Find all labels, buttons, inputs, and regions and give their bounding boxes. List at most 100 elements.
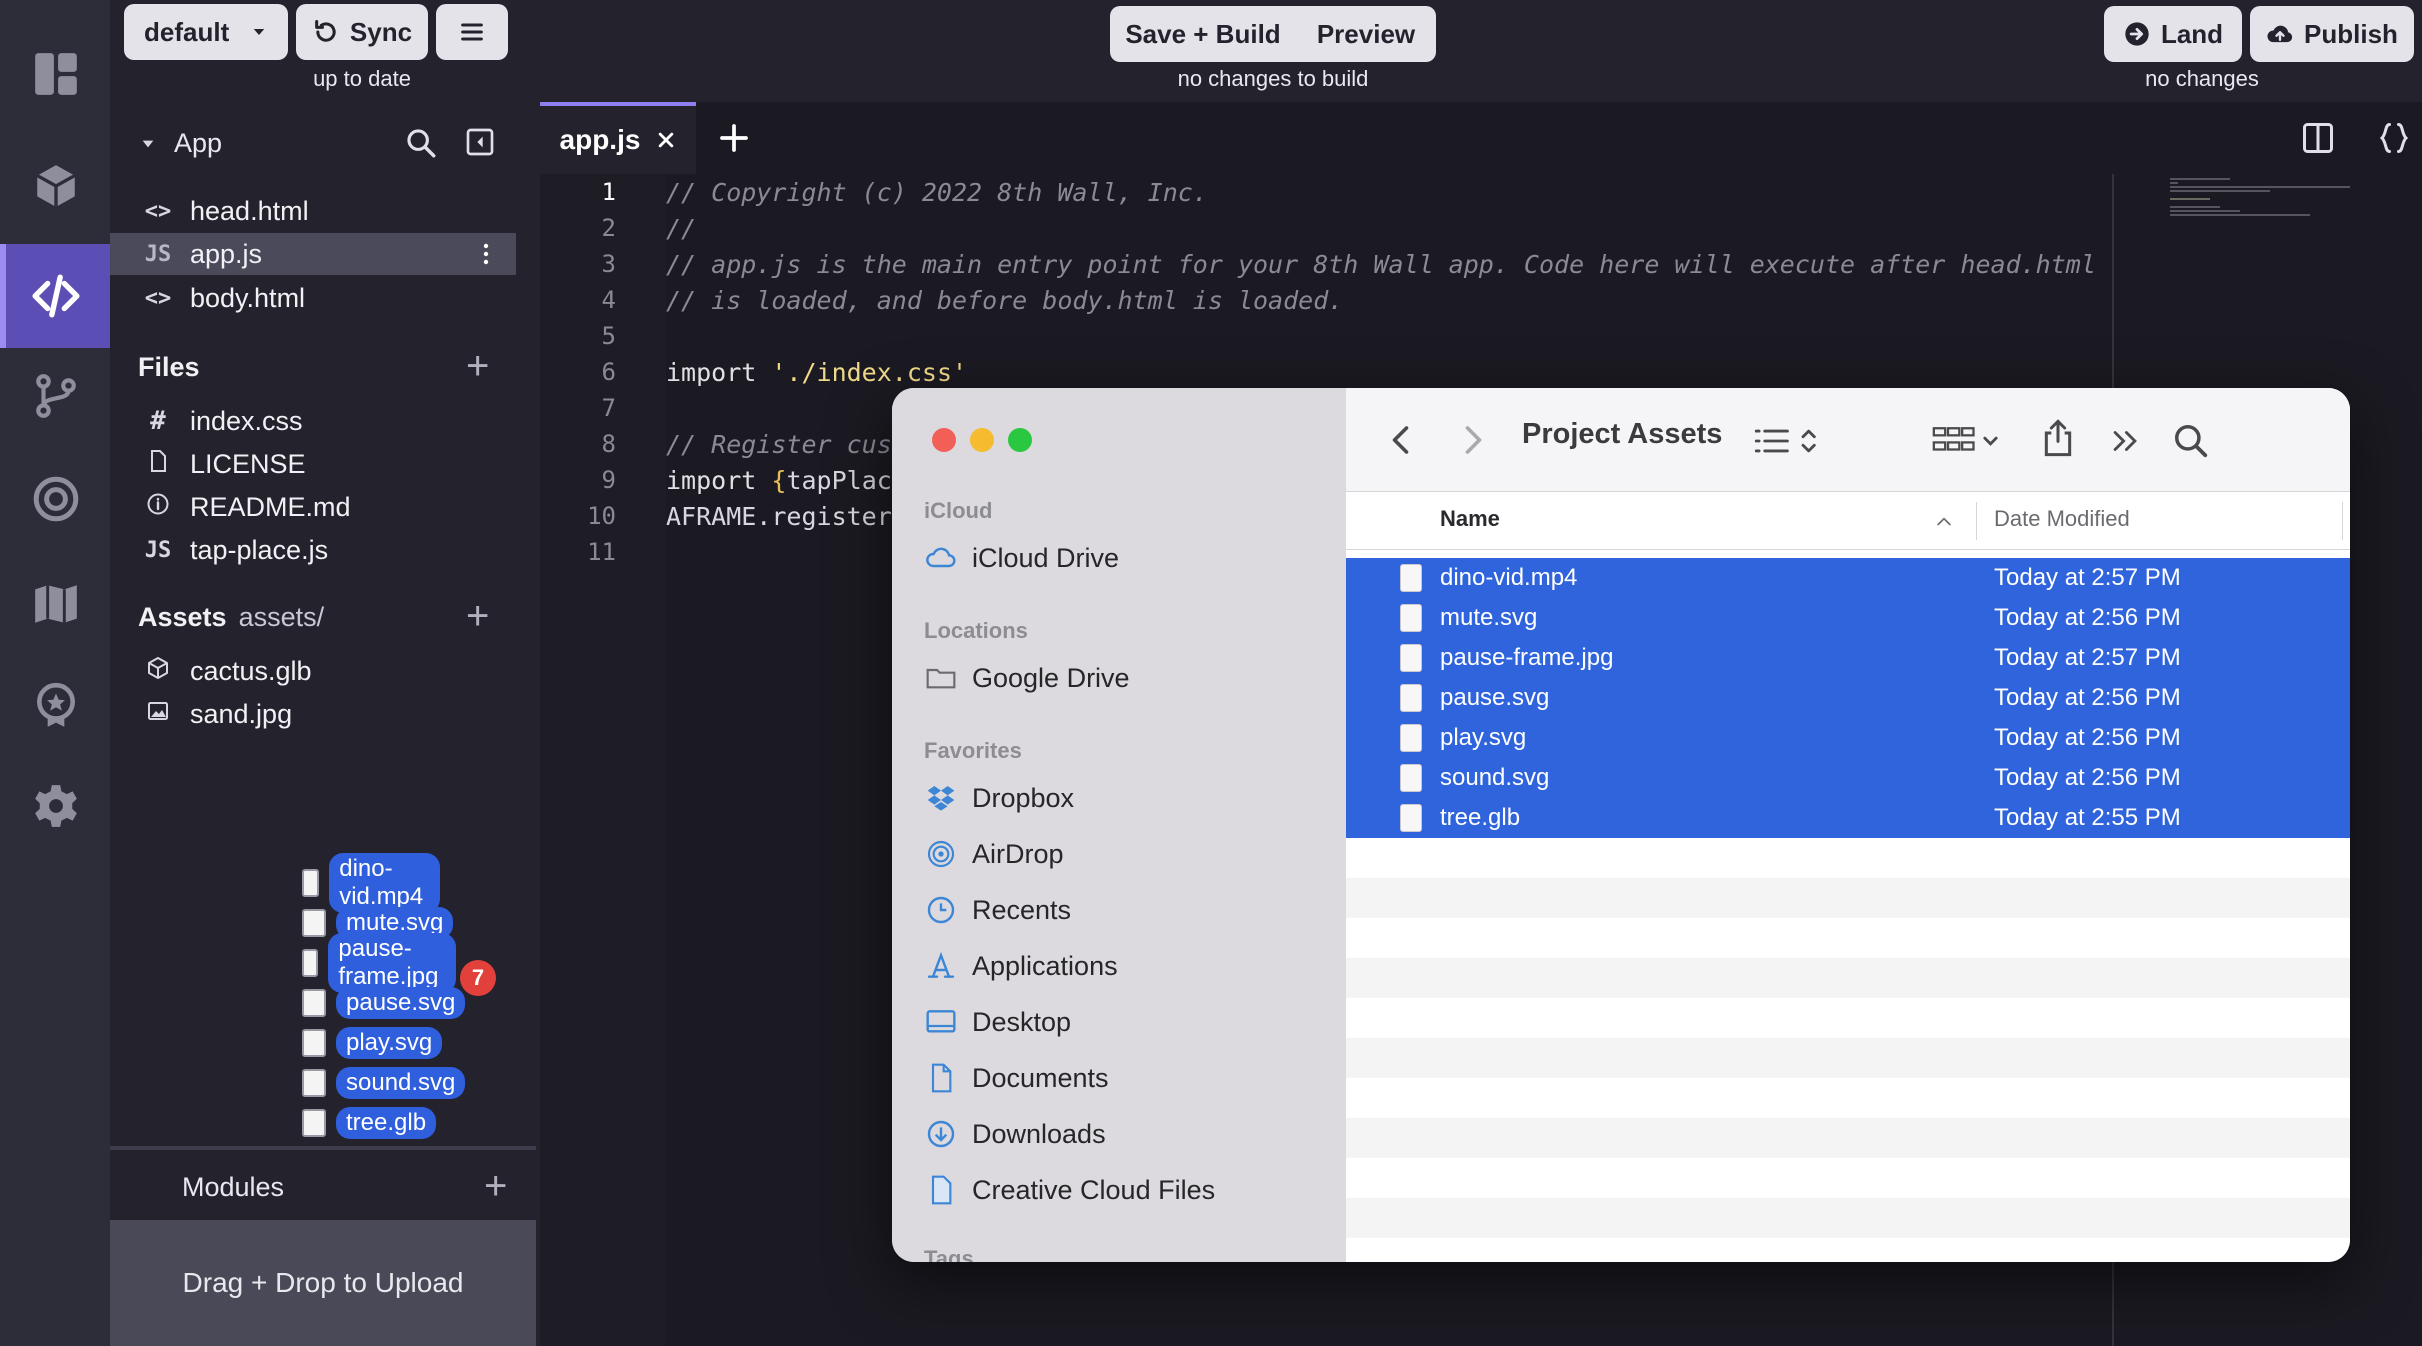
download-icon xyxy=(924,1117,958,1151)
column-divider xyxy=(1976,502,1977,540)
add-file-button[interactable]: + xyxy=(466,346,489,386)
sync-icon xyxy=(315,19,336,42)
list-view-icon[interactable] xyxy=(1750,424,1822,458)
badge-icon[interactable] xyxy=(30,680,82,732)
tab-label: app.js xyxy=(559,124,641,155)
collapse-panel-icon[interactable] xyxy=(464,126,496,158)
land-button[interactable]: Land xyxy=(2104,6,2242,62)
generic-file-icon xyxy=(1400,804,1422,832)
close-window-button[interactable] xyxy=(932,428,956,452)
settings-gear-icon[interactable] xyxy=(30,780,82,832)
share-icon[interactable] xyxy=(2038,416,2078,460)
menu-button[interactable] xyxy=(436,4,508,60)
tree-asset-cactus-glb[interactable]: cactus.glb xyxy=(110,650,516,692)
sidebar-item-icloud-drive[interactable]: iCloud Drive xyxy=(924,538,1119,578)
tree-file-app-js[interactable]: JS app.js xyxy=(110,233,516,275)
file-row[interactable]: sound.svg Today at 2:56 PM xyxy=(1346,758,2350,798)
file-row[interactable]: mute.svg Today at 2:56 PM xyxy=(1346,598,2350,638)
css-file-icon: # xyxy=(150,406,166,436)
new-tab-plus-icon[interactable] xyxy=(718,122,750,154)
sync-button[interactable]: Sync xyxy=(296,4,428,60)
code-minimap[interactable] xyxy=(2170,174,2370,226)
js-file-icon: JS xyxy=(144,241,172,267)
column-header-name[interactable]: Name xyxy=(1440,506,1500,532)
group-view-icon[interactable] xyxy=(1928,424,2002,458)
image-file-icon xyxy=(1400,644,1422,672)
add-asset-button[interactable]: + xyxy=(466,596,489,636)
file-row[interactable]: pause-frame.jpg Today at 2:57 PM xyxy=(1346,638,2350,678)
zoom-window-button[interactable] xyxy=(1008,428,1032,452)
finder-window: iCloud iCloud Drive Locations Google Dri… xyxy=(892,388,2350,1262)
file-row[interactable]: pause.svg Today at 2:56 PM xyxy=(1346,678,2350,718)
format-braces-icon[interactable] xyxy=(2376,120,2412,156)
code-icon[interactable] xyxy=(30,270,82,322)
sidebar-item-dropbox[interactable]: Dropbox xyxy=(924,778,1074,818)
assets-section-title: Assets assets/ xyxy=(138,602,324,633)
tree-file-head-html[interactable]: <> head.html xyxy=(110,190,516,232)
tab-app-js[interactable]: app.js xyxy=(540,102,696,174)
sidebar-item-documents[interactable]: Documents xyxy=(924,1058,1109,1098)
upload-dropzone[interactable]: Drag + Drop to Upload xyxy=(110,1220,536,1346)
more-chevrons-icon[interactable] xyxy=(2108,424,2142,458)
back-chevron-icon[interactable] xyxy=(1384,422,1420,458)
branch-icon[interactable] xyxy=(30,370,82,422)
video-file-icon xyxy=(302,869,320,897)
search-icon[interactable] xyxy=(404,126,438,160)
package-icon[interactable] xyxy=(30,160,82,212)
empty-row xyxy=(1346,1198,2350,1238)
file-row[interactable]: play.svg Today at 2:56 PM xyxy=(1346,718,2350,758)
more-vertical-icon[interactable] xyxy=(482,241,490,267)
land-status: no changes xyxy=(2145,66,2259,91)
tree-file-body-html[interactable]: <> body.html xyxy=(110,277,516,319)
dashboard-icon[interactable] xyxy=(30,48,82,100)
line-number: 5 xyxy=(601,322,616,350)
clock-icon xyxy=(924,893,958,927)
column-header-row: Name Date Modified xyxy=(1346,492,2350,550)
add-module-button[interactable]: + xyxy=(484,1166,507,1206)
sync-status: up to date xyxy=(313,66,411,91)
column-header-date-modified[interactable]: Date Modified xyxy=(1994,506,2130,532)
sidebar-item-airdrop[interactable]: AirDrop xyxy=(924,834,1064,874)
tree-file-license[interactable]: LICENSE xyxy=(110,443,516,485)
sidebar-item-downloads[interactable]: Downloads xyxy=(924,1114,1106,1154)
tree-file-readme[interactable]: README.md xyxy=(110,486,516,528)
sidebar-item-recents[interactable]: Recents xyxy=(924,890,1071,930)
close-tab-icon[interactable] xyxy=(656,130,676,150)
tags-section-header: Tags xyxy=(924,1246,974,1262)
tree-file-label: cactus.glb xyxy=(190,655,312,686)
sidebar-item-applications[interactable]: Applications xyxy=(924,946,1118,986)
tree-file-index-css[interactable]: # index.css xyxy=(110,400,516,442)
image-file-icon xyxy=(302,949,319,977)
line-number: 1 xyxy=(601,178,616,206)
js-file-icon: JS xyxy=(144,537,172,563)
drag-item: tree.glb xyxy=(302,1107,437,1139)
code-line: import {tapPlace xyxy=(666,466,907,495)
minimize-window-button[interactable] xyxy=(970,428,994,452)
save-build-button[interactable]: Save + Build xyxy=(1110,19,1296,50)
map-icon[interactable] xyxy=(30,578,82,630)
target-icon[interactable] xyxy=(30,473,82,525)
branch-dropdown[interactable]: default xyxy=(124,4,288,60)
line-number: 9 xyxy=(601,466,616,494)
svg-file-icon xyxy=(1400,724,1422,752)
split-view-icon[interactable] xyxy=(2300,120,2336,156)
search-icon[interactable] xyxy=(2172,422,2210,460)
applications-icon xyxy=(924,949,958,983)
line-number: 3 xyxy=(601,250,616,278)
file-row[interactable]: tree.glb Today at 2:55 PM xyxy=(1346,798,2350,838)
caret-down-icon xyxy=(253,29,265,35)
code-line: AFRAME.registerC xyxy=(666,502,907,531)
tree-asset-sand-jpg[interactable]: sand.jpg xyxy=(110,693,516,735)
code-line: // xyxy=(666,214,697,243)
preview-button[interactable]: Preview xyxy=(1296,19,1436,50)
publish-button[interactable]: Publish xyxy=(2250,6,2414,62)
finder-toolbar: Project Assets xyxy=(1346,388,2350,492)
app-folder-header[interactable]: App xyxy=(140,128,222,159)
file-row[interactable]: dino-vid.mp4 Today at 2:57 PM xyxy=(1346,558,2350,598)
sidebar-item-creative-cloud[interactable]: Creative Cloud Files xyxy=(924,1170,1215,1210)
tree-file-tap-place-js[interactable]: JS tap-place.js xyxy=(110,529,516,571)
forward-chevron-icon[interactable] xyxy=(1454,422,1490,458)
sidebar-item-desktop[interactable]: Desktop xyxy=(924,1002,1071,1042)
sidebar-item-google-drive[interactable]: Google Drive xyxy=(924,658,1130,698)
tree-file-label: README.md xyxy=(190,491,351,522)
